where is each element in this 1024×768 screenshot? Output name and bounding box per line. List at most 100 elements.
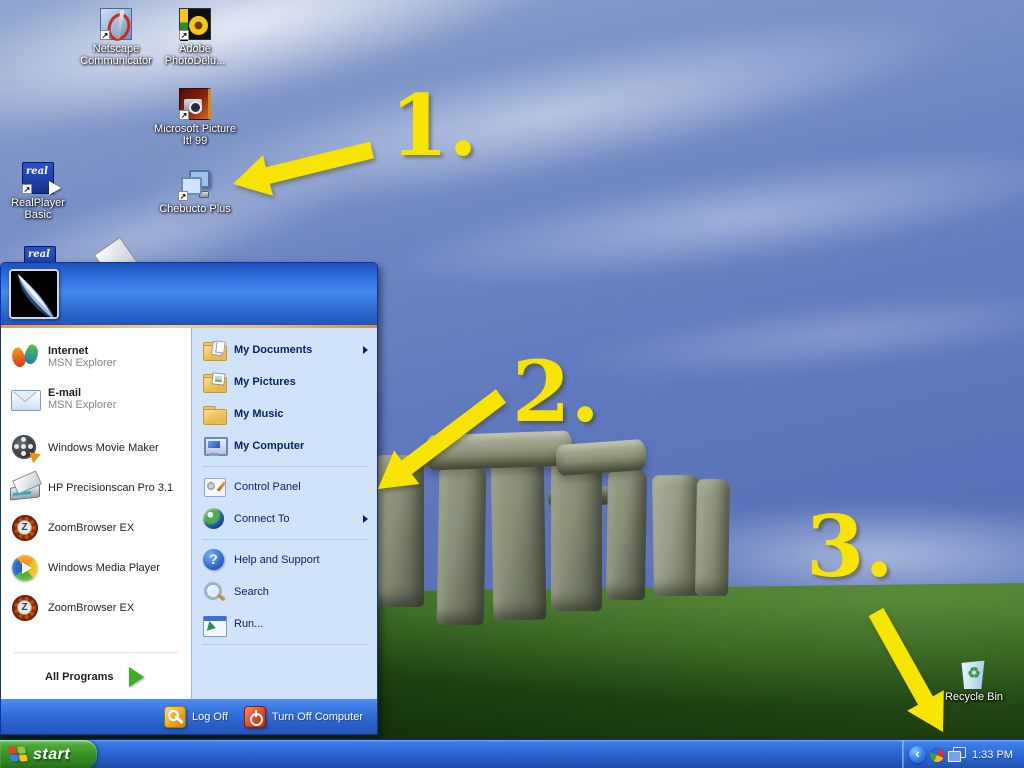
chebucto-icon: ↗ — [179, 168, 211, 200]
start-menu-item-zoombrowser-ex-1[interactable]: ZoomBrowser EX — [1, 508, 191, 548]
start-menu-item-my-computer[interactable]: My Computer — [192, 430, 377, 462]
stonehenge-lintel — [555, 439, 647, 476]
start-menu-footer: Log Off Turn Off Computer — [1, 699, 377, 734]
start-menu-item-windows-media-player[interactable]: Windows Media Player — [1, 548, 191, 588]
item-label: HP Precisionscan Pro 3.1 — [48, 482, 173, 494]
spacer — [1, 420, 191, 428]
hide-icons-chevron-icon[interactable]: ‹ — [909, 746, 926, 763]
start-menu-pinned-column: InternetMSN ExplorerE-mailMSN ExplorerWi… — [1, 328, 191, 699]
help-icon — [202, 548, 227, 572]
controlpanel-icon — [202, 475, 227, 499]
desktop-icon-label: Adobe PhotoDelu... — [154, 43, 236, 67]
start-button[interactable]: start — [0, 740, 97, 768]
wmp-icon — [10, 553, 40, 583]
turn-off-label: Turn Off Computer — [272, 711, 363, 723]
power-icon — [244, 706, 266, 728]
start-menu-body: InternetMSN ExplorerE-mailMSN ExplorerWi… — [1, 328, 377, 699]
item-label: ZoomBrowser EX — [48, 522, 134, 534]
item-label: Control Panel — [234, 481, 301, 493]
submenu-arrow-icon — [363, 346, 368, 354]
separator — [202, 539, 367, 540]
item-label: Help and Support — [234, 554, 320, 566]
start-menu-item-search[interactable]: Search — [192, 576, 377, 608]
recycle-icon — [958, 656, 990, 688]
desktop-icon-recycle-bin[interactable]: Recycle Bin — [933, 656, 1015, 703]
start-menu-item-connect-to[interactable]: Connect To — [192, 503, 377, 535]
start-menu-item-hp-precisionscan-pro[interactable]: HP Precisionscan Pro 3.1 — [1, 468, 191, 508]
shortcut-arrow-badge: ↗ — [179, 30, 189, 40]
start-menu-item-windows-movie-maker[interactable]: Windows Movie Maker — [1, 428, 191, 468]
desktop-icon-label: Chebucto Plus — [150, 203, 240, 215]
desktop-icon-microsoft-picture-it-99[interactable]: ↗ Microsoft Picture It! 99 — [152, 88, 238, 147]
desktop-icon-chebucto-plus[interactable]: ↗ Chebucto Plus — [150, 168, 240, 215]
start-menu-item-run[interactable]: Run... — [192, 608, 377, 640]
start-menu-item-text: InternetMSN Explorer — [48, 345, 116, 369]
msn-tray-icon[interactable] — [928, 745, 947, 764]
start-menu-item-email[interactable]: E-mailMSN Explorer — [1, 378, 191, 420]
item-label: Run... — [234, 618, 263, 630]
stonehenge-lintel — [425, 430, 572, 470]
log-off-label: Log Off — [192, 711, 228, 723]
start-menu-item-text: Windows Media Player — [48, 562, 160, 574]
start-menu-item-my-documents[interactable]: My Documents — [192, 334, 377, 366]
tray-clock: 1:33 PM — [972, 749, 1013, 761]
start-menu-item-help-and-support[interactable]: Help and Support — [192, 544, 377, 576]
desktop-icon-label: Netscape Communicator — [76, 43, 156, 67]
start-menu-item-internet[interactable]: InternetMSN Explorer — [1, 336, 191, 378]
item-label: Internet — [48, 345, 116, 357]
desktop-icon-label: Microsoft Picture It! 99 — [152, 123, 238, 147]
start-menu: InternetMSN ExplorerE-mailMSN ExplorerWi… — [0, 262, 378, 735]
all-programs-label: All Programs — [45, 671, 113, 683]
desktop-icon-netscape-communicator[interactable]: ↗ Netscape Communicator — [76, 8, 156, 67]
email-icon — [10, 384, 40, 414]
cloud-streak — [377, 120, 1024, 314]
start-menu-item-my-pictures[interactable]: My Pictures — [192, 366, 377, 398]
item-label: My Music — [234, 408, 284, 420]
shortcut-arrow-badge: ↗ — [179, 110, 189, 120]
all-programs-arrow-icon — [129, 667, 144, 687]
item-label: My Pictures — [234, 376, 296, 388]
item-sublabel: MSN Explorer — [48, 399, 116, 411]
cloud-streak — [558, 271, 1024, 399]
netscape-icon: ↗ — [100, 8, 132, 40]
separator — [202, 466, 367, 467]
desktop-icon-label: RealPlayer Basic — [0, 197, 76, 221]
pictureit-icon: ↗ — [179, 88, 211, 120]
zoombrowser-icon — [10, 513, 40, 543]
start-menu-header — [1, 263, 377, 325]
desktop-icon-realplayer-basic[interactable]: ↗ RealPlayer Basic — [0, 162, 76, 221]
start-menu-places-column: My Documents My Pictures My Music My Comput… — [191, 328, 377, 699]
globe-icon — [202, 507, 227, 531]
start-menu-item-text: Windows Movie Maker — [48, 442, 159, 454]
item-label: E-mail — [48, 387, 116, 399]
stonehenge-upright — [437, 467, 487, 626]
scanner-icon — [10, 473, 40, 503]
turn-off-computer-button[interactable]: Turn Off Computer — [244, 706, 363, 728]
computer-icon — [202, 434, 227, 458]
folder-pictures-icon — [202, 370, 227, 394]
start-menu-item-control-panel[interactable]: Control Panel — [192, 471, 377, 503]
desktop-icon-label: Recycle Bin — [933, 691, 1015, 703]
shortcut-arrow-badge: ↗ — [22, 184, 32, 194]
item-label: Search — [234, 586, 269, 598]
start-menu-item-my-music[interactable]: My Music — [192, 398, 377, 430]
all-programs-button[interactable]: All Programs — [1, 655, 191, 699]
start-menu-item-zoombrowser-ex-2[interactable]: ZoomBrowser EX — [1, 588, 191, 628]
log-off-key-icon — [164, 706, 186, 728]
item-label: Connect To — [234, 513, 289, 525]
network-tray-icon[interactable] — [948, 747, 966, 763]
zoombrowser-icon — [10, 593, 40, 623]
start-button-label: start — [33, 746, 70, 764]
stonehenge-upright — [376, 455, 424, 607]
start-menu-item-text: ZoomBrowser EX — [48, 602, 134, 614]
stonehenge-upright — [652, 475, 701, 597]
cloud-streak — [116, 0, 983, 256]
realplayer-icon: ↗ — [22, 162, 54, 194]
desktop-icon-adobe-photodeluxe[interactable]: ↗ Adobe PhotoDelu... — [154, 8, 236, 67]
log-off-button[interactable]: Log Off — [164, 706, 228, 728]
item-label: My Documents — [234, 344, 312, 356]
folder-music-icon — [202, 402, 227, 426]
earth-crescent-image — [11, 271, 59, 319]
item-label: Windows Movie Maker — [48, 442, 159, 454]
search-icon — [202, 580, 227, 604]
